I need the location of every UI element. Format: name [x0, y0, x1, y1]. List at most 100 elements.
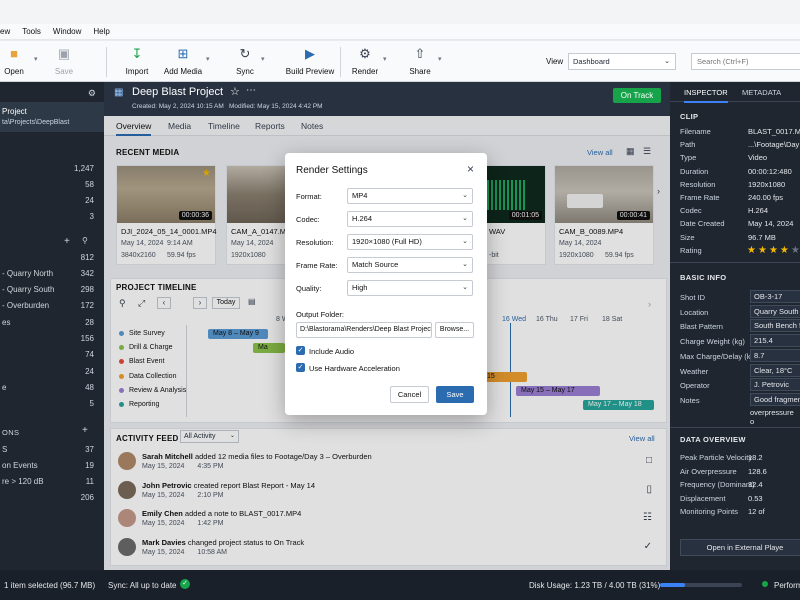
close-icon[interactable]: × [467, 162, 474, 176]
sidebar-item-location[interactable]: 812 [0, 249, 104, 265]
sidebar-item-location[interactable]: - Quarry North 342 [0, 265, 104, 281]
play-icon: ▶ [305, 46, 315, 61]
build-preview-button[interactable]: ▶ Build Preview [285, 46, 335, 76]
inspector-field[interactable]: 215.4 [750, 334, 800, 348]
sidebar-item-location[interactable]: es 28 [0, 314, 104, 330]
sidebar-item-location[interactable]: 74 [0, 347, 104, 363]
chevron-down-icon: ⌄ [462, 261, 468, 268]
inspector-field[interactable]: J. Petrovic [750, 378, 800, 392]
events-header: ONS [2, 428, 20, 437]
sidebar-item-location[interactable]: 24 [0, 363, 104, 379]
chevron-down-icon[interactable]: ▾ [383, 55, 387, 63]
tab-inspector[interactable]: INSPECTOR [684, 88, 728, 103]
cancel-button[interactable]: Cancel [390, 386, 429, 403]
menu-view[interactable]: ew [0, 27, 10, 36]
inspector-key: Max Charge/Delay (kg) [680, 351, 758, 361]
star-icon[interactable]: ★ [747, 245, 756, 256]
search-icon[interactable]: ⚲ [82, 236, 88, 245]
star-icon[interactable]: ★ [791, 245, 800, 256]
project-item[interactable]: Project ta\Projects\DeepBlast [0, 102, 104, 132]
chevron-down-icon: ⌄ [462, 215, 468, 222]
more-icon[interactable]: ⋯ [246, 85, 256, 96]
sync-button[interactable]: ↻ Sync [232, 46, 258, 76]
sidebar-item-location[interactable]: - Quarry South 298 [0, 282, 104, 298]
chevron-down-icon[interactable]: ▾ [34, 55, 38, 63]
inspector-field[interactable]: Quarry South [750, 304, 800, 318]
stat-count: 3 [89, 211, 94, 221]
inspector-key: Duration [680, 166, 709, 176]
star-icon[interactable]: ☆ [230, 85, 240, 98]
stat-row[interactable]: 1,247 [0, 160, 104, 176]
inspector-panel: INSPECTOR METADATA CLIP Filename BLAST_00… [670, 82, 800, 570]
sidebar-item-event[interactable]: S 37 [0, 441, 104, 457]
inspector-field[interactable]: OB-3-17 [750, 290, 800, 303]
sidebar-item-location[interactable]: 5 [0, 396, 104, 412]
stat-row[interactable]: 3 [0, 208, 104, 224]
menu-tools[interactable]: Tools [22, 27, 41, 36]
chevron-down-icon[interactable]: ▾ [206, 55, 210, 63]
frame-rate-select[interactable]: Match Source ⌄ [347, 257, 473, 273]
sidebar-item-count: 37 [85, 444, 94, 454]
tab-metadata[interactable]: METADATA [742, 88, 781, 97]
add-icon[interactable]: + [82, 425, 88, 436]
format-select[interactable]: MP4 ⌄ [347, 188, 473, 204]
chevron-down-icon[interactable]: ▾ [438, 55, 442, 63]
star-icon[interactable]: ★ [780, 245, 789, 256]
inspector-value: H.264 [748, 206, 769, 216]
inspector-value: 240.00 fps [748, 193, 784, 202]
open-button[interactable]: ■ Open [2, 46, 26, 76]
inspector-field[interactable]: 8.7 [750, 348, 800, 362]
inspector-field[interactable]: Clear, 18°C [750, 363, 800, 377]
rating-stars[interactable]: ★ ★ ★ ★ ★ [747, 245, 800, 256]
inspector-value: BLAST_0017.MP4 [748, 127, 800, 136]
sidebar-item-event[interactable]: re > 120 dB 11 [0, 473, 104, 489]
browse-button[interactable]: Browse... [435, 322, 474, 338]
performance-label: Perform [774, 581, 800, 590]
chevron-down-icon[interactable]: ▾ [261, 55, 265, 63]
project-folder-icon: ▦ [114, 87, 124, 98]
render-button[interactable]: ⚙ Render [350, 46, 380, 76]
output-folder-input[interactable]: D:\Blastorama\Renders\Deep Blast Project [296, 322, 432, 338]
quality-select[interactable]: High ⌄ [347, 280, 473, 296]
star-icon[interactable]: ★ [758, 245, 767, 256]
add-icon[interactable]: + [64, 236, 70, 247]
sidebar-item-location[interactable]: e 48 [0, 379, 104, 395]
codec-select[interactable]: H.264 ⌄ [347, 211, 473, 227]
add-media-button[interactable]: ⊞ Add Media [163, 46, 203, 76]
quality-value: High [352, 283, 368, 292]
inspector-row: Displacement 0.53 [680, 494, 800, 503]
sidebar-item-location[interactable]: - Overburden 172 [0, 298, 104, 314]
inspector-key: Filename [680, 127, 711, 136]
inspector-key: Air Overpressure [680, 466, 737, 476]
share-button[interactable]: ⇧ Share [405, 46, 435, 76]
search-input[interactable] [691, 53, 800, 70]
inspector-row: Codec H.264 [680, 206, 800, 215]
star-icon[interactable]: ★ [769, 245, 778, 256]
status-badge[interactable]: On Track [613, 88, 661, 103]
stat-row[interactable]: 58 [0, 176, 104, 192]
gear-icon[interactable]: ⚙ [88, 88, 96, 99]
inspector-field[interactable]: Good fragment [750, 392, 800, 406]
inspector-field[interactable]: South Bench 5 [750, 319, 800, 333]
save-button[interactable]: Save [436, 386, 474, 403]
sidebar-item-event[interactable]: 206 [0, 489, 104, 505]
sidebar-item-label: e [2, 382, 7, 392]
open-external-button[interactable]: Open in External Playe [680, 539, 800, 556]
hardware-acceleration-checkbox[interactable]: ✓ [296, 363, 305, 372]
sidebar-item-event[interactable]: on Events 19 [0, 457, 104, 473]
menu-help[interactable]: Help [93, 27, 109, 36]
stat-row[interactable]: 24 [0, 192, 104, 208]
view-select[interactable]: Dashboard ⌄ [568, 53, 676, 70]
inspector-tabs: INSPECTOR METADATA [670, 82, 800, 103]
include-audio-checkbox[interactable]: ✓ [296, 346, 305, 355]
inspector-value: May 14, 2024 [748, 219, 794, 229]
resolution-select[interactable]: 1920×1080 (Full HD) ⌄ [347, 234, 473, 250]
toolbar-divider [340, 47, 341, 77]
import-button[interactable]: ↧ Import [122, 46, 152, 76]
render-settings-dialog: Render Settings × Format: MP4 ⌄ Codec: H.… [285, 153, 487, 415]
save-button[interactable]: ▣ Save [52, 46, 76, 76]
inspector-row: Frequency (Dominant) 32.4 [680, 480, 800, 489]
sidebar-item-location[interactable]: 156 [0, 331, 104, 347]
inspector-key: Location [680, 307, 709, 317]
menu-window[interactable]: Window [53, 27, 81, 36]
